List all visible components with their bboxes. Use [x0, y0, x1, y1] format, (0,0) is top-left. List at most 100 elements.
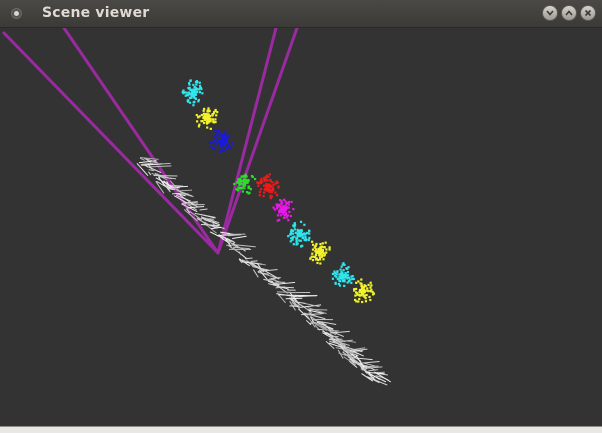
- cluster-point: [294, 222, 296, 224]
- cluster-point: [288, 201, 290, 203]
- cluster-point: [318, 248, 320, 250]
- cluster-point: [192, 104, 194, 106]
- track-segment: [307, 309, 327, 310]
- cluster-point: [344, 272, 346, 274]
- cluster-point: [295, 232, 297, 234]
- cluster-point: [209, 142, 211, 144]
- cluster-point: [260, 178, 262, 180]
- cluster-point: [347, 266, 349, 268]
- cluster-point: [288, 211, 290, 213]
- cluster-point: [189, 93, 191, 95]
- cluster-point: [271, 191, 273, 193]
- cluster-point: [319, 250, 321, 252]
- track-segment: [154, 175, 178, 176]
- cluster-point: [264, 180, 266, 182]
- cluster-point: [301, 230, 303, 232]
- cluster-point: [225, 138, 227, 140]
- cluster-point: [332, 278, 334, 280]
- cluster-point: [343, 264, 345, 266]
- cluster-point: [190, 79, 192, 81]
- cluster-point: [360, 278, 362, 280]
- cluster-point: [247, 186, 249, 188]
- cluster-point: [203, 113, 205, 115]
- cluster-point: [241, 176, 243, 178]
- cluster-point: [191, 95, 193, 97]
- cluster-point: [362, 290, 364, 292]
- cluster-point: [301, 236, 303, 238]
- point-cluster: [182, 79, 204, 106]
- cluster-point: [209, 118, 211, 120]
- cluster-point: [224, 131, 226, 133]
- cluster-point: [355, 300, 357, 302]
- cluster-point: [314, 247, 316, 249]
- cluster-point: [196, 114, 198, 116]
- minimize-icon[interactable]: [542, 5, 558, 21]
- cluster-point: [300, 221, 302, 223]
- cluster-point: [274, 183, 276, 185]
- cluster-point: [229, 147, 231, 149]
- cluster-point: [369, 290, 371, 292]
- cluster-point: [274, 208, 276, 210]
- cluster-point: [239, 178, 241, 180]
- title-bar[interactable]: Scene viewer: [0, 0, 602, 28]
- cluster-point: [294, 224, 296, 226]
- cluster-point: [355, 288, 357, 290]
- cluster-point: [364, 294, 366, 296]
- cluster-point: [361, 286, 363, 288]
- track-segment: [150, 166, 171, 167]
- cluster-point: [227, 135, 229, 137]
- cluster-point: [260, 182, 262, 184]
- cluster-point: [215, 114, 217, 116]
- track-segment: [223, 234, 245, 235]
- cluster-point: [340, 271, 342, 273]
- cluster-point: [342, 275, 344, 277]
- cluster-point: [342, 278, 344, 280]
- close-icon[interactable]: [580, 5, 596, 21]
- cluster-point: [277, 186, 279, 188]
- ray: [4, 33, 218, 253]
- cluster-point: [196, 81, 198, 83]
- cluster-point: [283, 211, 285, 213]
- cluster-point: [203, 122, 205, 124]
- maximize-icon[interactable]: [561, 5, 577, 21]
- cluster-point: [242, 190, 244, 192]
- cluster-point: [198, 124, 200, 126]
- cluster-point: [290, 201, 292, 203]
- scene-canvas[interactable]: [0, 28, 602, 426]
- cluster-point: [185, 92, 187, 94]
- track-segment: [317, 329, 323, 330]
- cluster-point: [207, 107, 209, 109]
- cluster-point: [324, 253, 326, 255]
- cluster-point: [293, 243, 295, 245]
- cluster-point: [247, 192, 249, 194]
- cluster-point: [216, 130, 218, 132]
- cluster-point: [236, 188, 238, 190]
- cluster-point: [359, 295, 361, 297]
- cluster-point: [319, 256, 321, 258]
- cluster-point: [260, 188, 262, 190]
- point-cluster: [256, 173, 279, 199]
- cluster-point: [205, 113, 207, 115]
- window-menu-icon[interactable]: [11, 8, 22, 19]
- cluster-point: [361, 301, 363, 303]
- cluster-point: [303, 234, 305, 236]
- cluster-point: [214, 140, 216, 142]
- cluster-point: [283, 217, 285, 219]
- cluster-point: [200, 120, 202, 122]
- cluster-point: [315, 258, 317, 260]
- track-segment: [278, 295, 301, 296]
- cluster-point: [299, 233, 301, 235]
- cluster-point: [339, 268, 341, 270]
- scene-render[interactable]: [0, 28, 602, 426]
- cluster-point: [269, 173, 271, 175]
- cluster-point: [339, 284, 341, 286]
- cluster-point: [292, 230, 294, 232]
- scene-viewer-window: Scene viewer: [0, 0, 602, 432]
- cluster-point: [319, 243, 321, 245]
- cluster-point: [272, 187, 274, 189]
- track-segment: [201, 224, 220, 225]
- track-segment: [210, 232, 219, 237]
- cluster-point: [316, 251, 318, 253]
- cluster-point: [251, 175, 253, 177]
- cluster-point: [313, 256, 315, 258]
